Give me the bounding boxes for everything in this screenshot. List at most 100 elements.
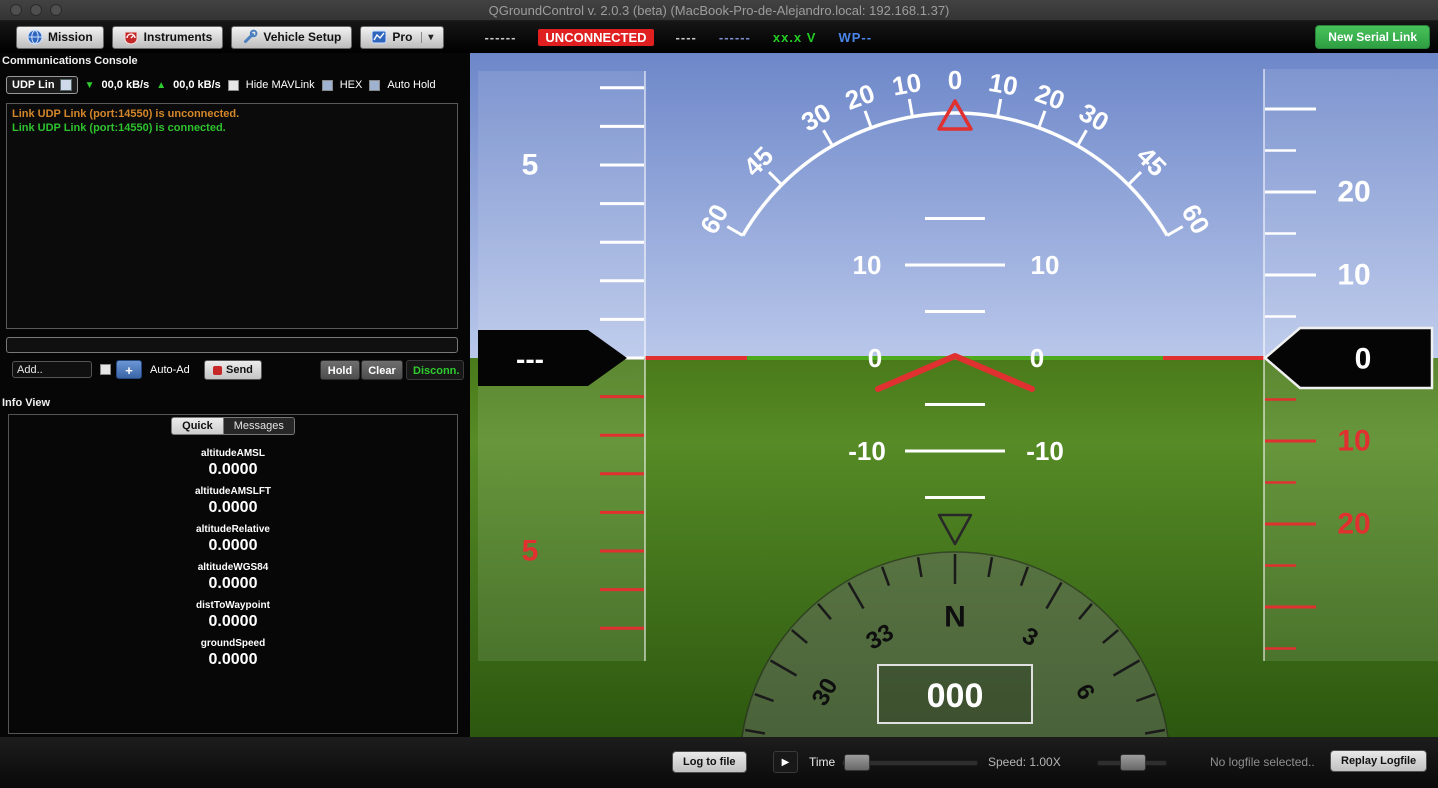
link-select-label: UDP Lin bbox=[12, 79, 55, 91]
gauge-icon bbox=[123, 29, 139, 45]
titlebar: QGroundControl v. 2.0.3 (beta) (MacBook-… bbox=[0, 0, 1438, 21]
svg-text:10: 10 bbox=[853, 250, 882, 280]
info-items: altitudeAMSL 0.0000 altitudeAMSLFT 0.0000 al… bbox=[9, 441, 457, 729]
tab-label: Instruments bbox=[144, 30, 213, 44]
status-item-3: ------ bbox=[719, 30, 751, 45]
info-item-value: 0.0000 bbox=[209, 461, 258, 479]
command-row: + Auto-Ad Send Hold Clear Disconn. bbox=[0, 359, 470, 383]
link-select-box[interactable] bbox=[60, 79, 72, 91]
main-toolbar: Mission Instruments Vehicle Setup Pro ▾ … bbox=[0, 21, 1438, 53]
svg-text:5: 5 bbox=[522, 149, 539, 182]
link-select[interactable]: UDP Lin bbox=[6, 76, 78, 94]
info-item-value: 0.0000 bbox=[209, 613, 258, 631]
pfd-svg: 1010-10-10 00 604530201001020304560 N333… bbox=[470, 53, 1438, 737]
time-label: Time bbox=[809, 755, 835, 769]
send-label: Send bbox=[226, 364, 253, 376]
status-item-2: ---- bbox=[676, 30, 697, 45]
downlink-rate: 00,0 kB/s bbox=[101, 79, 149, 91]
tab-vehicle-setup[interactable]: Vehicle Setup bbox=[231, 26, 352, 49]
svg-text:10: 10 bbox=[986, 67, 1020, 102]
window-title: QGroundControl v. 2.0.3 (beta) (MacBook-… bbox=[0, 3, 1438, 18]
auto-hold-checkbox[interactable] bbox=[369, 80, 380, 91]
info-item-name: groundSpeed bbox=[201, 638, 265, 649]
svg-text:10: 10 bbox=[890, 67, 924, 102]
svg-text:10: 10 bbox=[1337, 259, 1370, 292]
info-item-name: distToWaypoint bbox=[196, 600, 270, 611]
time-slider[interactable] bbox=[842, 754, 978, 770]
log-line: Link UDP Link (port:14550) is unconnecte… bbox=[12, 107, 452, 121]
heading-value: 000 bbox=[927, 677, 984, 715]
auto-add-label: Auto-Ad bbox=[150, 364, 190, 376]
tab-instruments[interactable]: Instruments bbox=[112, 26, 224, 49]
globe-icon bbox=[27, 29, 43, 45]
info-item-value: 0.0000 bbox=[209, 651, 258, 669]
info-view-title: Info View bbox=[2, 397, 50, 409]
logfile-status: No logfile selected.. bbox=[1210, 755, 1315, 769]
hold-button[interactable]: Hold bbox=[320, 360, 360, 380]
info-item-name: altitudeAMSLFT bbox=[195, 486, 271, 497]
upload-arrow-icon: ▲ bbox=[156, 80, 166, 91]
speed-label: Speed: 1.00X bbox=[988, 755, 1061, 769]
add-button[interactable]: + bbox=[116, 360, 142, 379]
console-log[interactable]: Link UDP Link (port:14550) is unconnecte… bbox=[6, 103, 458, 329]
primary-flight-display: 1010-10-10 00 604530201001020304560 N333… bbox=[470, 53, 1438, 737]
play-icon: ▶ bbox=[782, 757, 790, 768]
tab-messages[interactable]: Messages bbox=[224, 417, 295, 435]
hide-mavlink-label: Hide MAVLink bbox=[246, 79, 315, 91]
status-item-1: UNCONNECTED bbox=[538, 29, 653, 46]
uplink-rate: 00,0 kB/s bbox=[173, 79, 221, 91]
left-panel: Communications Console UDP Lin ▼ 00,0 kB… bbox=[0, 53, 470, 737]
svg-text:N: N bbox=[944, 601, 966, 634]
tab-label: Mission bbox=[48, 30, 93, 44]
toolbar-status: ------UNCONNECTED----------xx.x VWP-- bbox=[484, 29, 872, 46]
add-checkbox[interactable] bbox=[100, 364, 111, 375]
status-item-4: xx.x V bbox=[773, 30, 817, 45]
disconnect-button[interactable]: Disconn. bbox=[406, 360, 464, 380]
clear-button[interactable]: Clear bbox=[361, 360, 403, 380]
log-line: Link UDP Link (port:14550) is connected. bbox=[12, 121, 452, 135]
play-button[interactable]: ▶ bbox=[773, 751, 798, 773]
tab-quick[interactable]: Quick bbox=[171, 417, 224, 435]
info-item-name: altitudeAMSL bbox=[201, 448, 265, 459]
auto-hold-label: Auto Hold bbox=[387, 79, 435, 91]
info-tabs: Quick Messages bbox=[9, 417, 457, 435]
tab-mission[interactable]: Mission bbox=[16, 26, 104, 49]
bottom-bar: Log to file ▶ Time Speed: 1.00X No logfi… bbox=[0, 737, 1438, 788]
replay-logfile-button[interactable]: Replay Logfile bbox=[1330, 750, 1427, 772]
speed-slider-handle[interactable] bbox=[1120, 754, 1146, 771]
info-view: Quick Messages altitudeAMSL0.0000altitud… bbox=[8, 414, 458, 734]
hex-checkbox[interactable] bbox=[322, 80, 333, 91]
chart-icon bbox=[371, 29, 387, 45]
speed-slider[interactable] bbox=[1097, 754, 1167, 770]
altitude-pointer bbox=[1265, 328, 1432, 388]
time-slider-handle[interactable] bbox=[844, 754, 870, 771]
command-input[interactable] bbox=[6, 337, 458, 353]
svg-text:0: 0 bbox=[1030, 343, 1044, 373]
tab-label: Pro bbox=[392, 30, 412, 44]
svg-text:20: 20 bbox=[1337, 508, 1370, 541]
hide-mavlink-checkbox[interactable] bbox=[228, 80, 239, 91]
tab-pro[interactable]: Pro ▾ bbox=[360, 26, 444, 49]
info-item-name: altitudeRelative bbox=[196, 524, 270, 535]
comms-console-title: Communications Console bbox=[2, 55, 138, 67]
add-input[interactable] bbox=[12, 361, 92, 378]
new-serial-link-button[interactable]: New Serial Link bbox=[1315, 25, 1430, 49]
svg-text:20: 20 bbox=[1337, 176, 1370, 209]
hex-label: HEX bbox=[340, 79, 363, 91]
chevron-down-icon[interactable]: ▾ bbox=[421, 32, 433, 43]
svg-text:5: 5 bbox=[522, 535, 539, 568]
airspeed-value: --- bbox=[516, 344, 544, 375]
info-item-value: 0.0000 bbox=[209, 499, 258, 517]
info-item-value: 0.0000 bbox=[209, 575, 258, 593]
info-item-value: 0.0000 bbox=[209, 537, 258, 555]
svg-text:10: 10 bbox=[1337, 425, 1370, 458]
send-button[interactable]: Send bbox=[204, 360, 262, 380]
svg-text:0: 0 bbox=[868, 343, 882, 373]
status-item-5: WP-- bbox=[838, 30, 872, 45]
send-icon bbox=[213, 366, 222, 375]
svg-text:0: 0 bbox=[948, 65, 962, 95]
svg-text:10: 10 bbox=[1031, 250, 1060, 280]
comms-controls: UDP Lin ▼ 00,0 kB/s ▲ 00,0 kB/s Hide MAV… bbox=[6, 75, 436, 95]
wrench-icon bbox=[242, 29, 258, 45]
log-to-file-button[interactable]: Log to file bbox=[672, 751, 747, 773]
